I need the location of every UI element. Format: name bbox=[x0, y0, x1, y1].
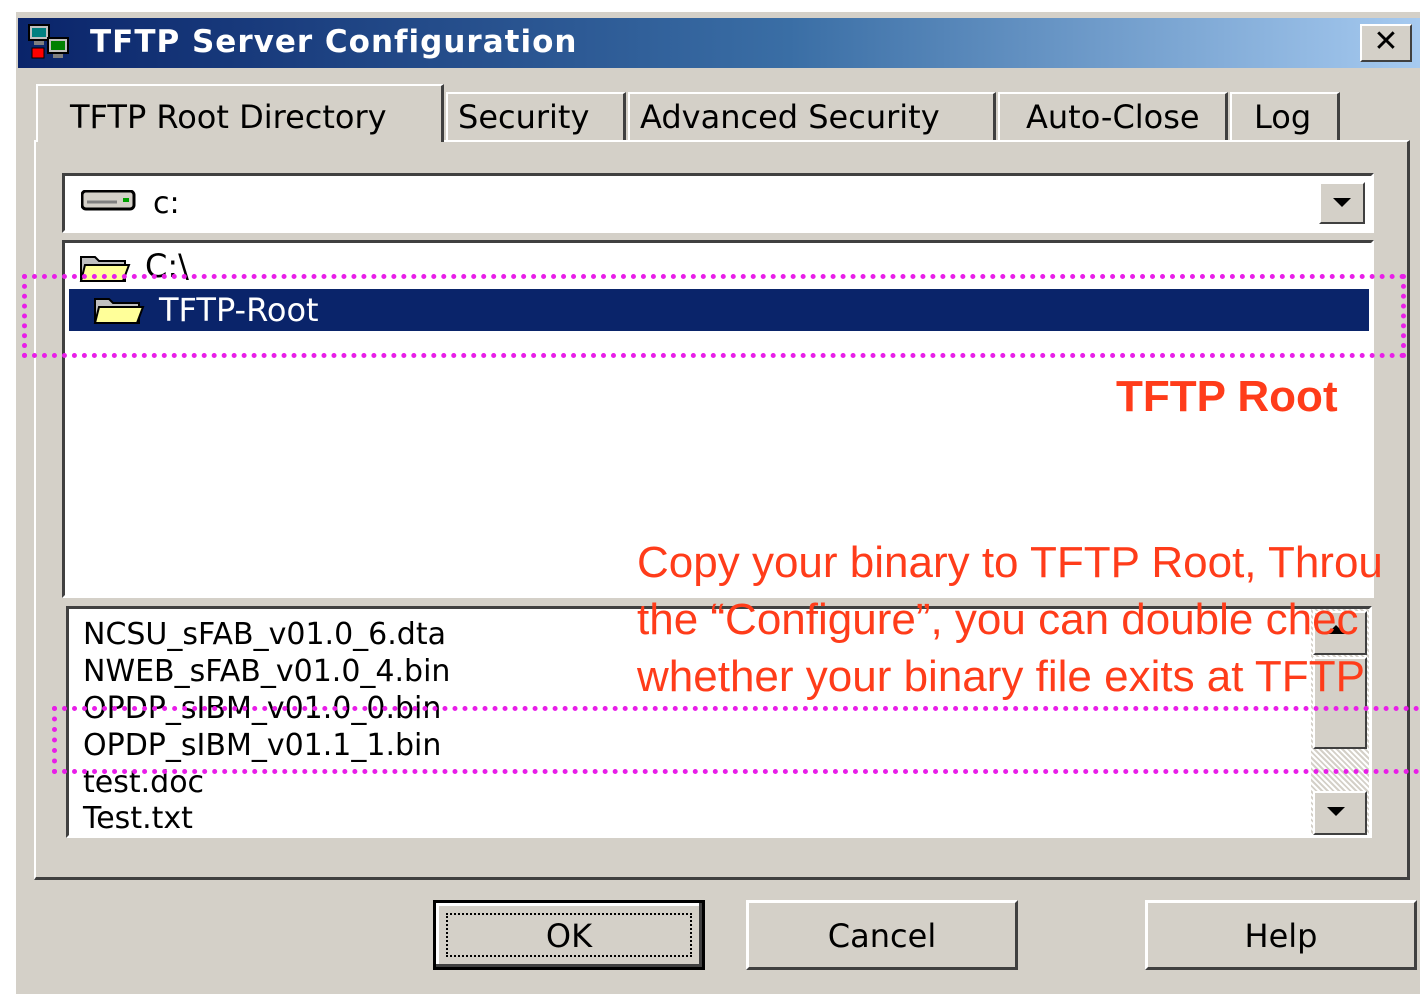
file-item[interactable]: OPDP_sIBM_v01.1_1.bin bbox=[83, 728, 441, 763]
tab-label: Auto-Close bbox=[1026, 98, 1200, 136]
chevron-down-icon bbox=[1333, 198, 1351, 207]
help-button[interactable]: Help bbox=[1145, 900, 1417, 970]
directory-label: TFTP-Root bbox=[159, 291, 319, 329]
tab-log[interactable]: Log bbox=[1230, 92, 1340, 140]
cancel-button-label: Cancel bbox=[827, 917, 937, 955]
tftp-root-annotation: TFTP Root bbox=[1116, 372, 1338, 421]
instruction-line: the “Configure”, you can double chec bbox=[637, 595, 1359, 644]
file-item[interactable]: test.doc bbox=[83, 765, 204, 800]
tab-tftp-root-directory[interactable]: TFTP Root Directory bbox=[36, 84, 444, 142]
instruction-annotation: Copy your binary to TFTP Root, Throu the… bbox=[637, 534, 1420, 704]
tab-security[interactable]: Security bbox=[446, 92, 626, 140]
directory-label: C:\ bbox=[145, 247, 189, 285]
open-folder-icon bbox=[93, 298, 145, 324]
drive-value: c: bbox=[153, 186, 180, 221]
network-computers-icon bbox=[28, 24, 69, 59]
tab-label: Advanced Security bbox=[640, 98, 940, 136]
window-title: TFTP Server Configuration bbox=[90, 24, 578, 60]
chevron-down-icon bbox=[1327, 807, 1345, 816]
open-folder-icon bbox=[79, 256, 131, 282]
tab-label: Log bbox=[1254, 98, 1312, 136]
drive-select[interactable]: c: bbox=[62, 173, 1374, 233]
title-bar[interactable]: TFTP Server Configuration ✕ bbox=[18, 18, 1420, 68]
scroll-down-button[interactable] bbox=[1313, 791, 1367, 835]
tab-label: TFTP Root Directory bbox=[70, 98, 387, 136]
directory-item-tftp-root[interactable]: TFTP-Root bbox=[69, 289, 1369, 331]
hard-drive-icon bbox=[81, 190, 136, 211]
file-item[interactable]: Test.txt bbox=[83, 801, 193, 835]
drive-dropdown-button[interactable] bbox=[1319, 182, 1365, 224]
close-icon: ✕ bbox=[1373, 24, 1399, 59]
file-item[interactable]: NWEB_sFAB_v01.0_4.bin bbox=[83, 654, 450, 689]
tab-auto-close[interactable]: Auto-Close bbox=[998, 92, 1228, 140]
tab-label: Security bbox=[458, 98, 590, 136]
tab-advanced-security[interactable]: Advanced Security bbox=[628, 92, 996, 140]
file-item[interactable]: NCSU_sFAB_v01.0_6.dta bbox=[83, 617, 446, 652]
help-button-label: Help bbox=[1244, 917, 1318, 955]
instruction-line: Copy your binary to TFTP Root, Throu bbox=[637, 538, 1383, 587]
ok-button[interactable]: OK bbox=[433, 900, 705, 970]
file-item[interactable]: OPDP_sIBM_v01.0_0.bin bbox=[83, 691, 441, 726]
focus-indicator bbox=[446, 913, 692, 957]
cancel-button[interactable]: Cancel bbox=[746, 900, 1018, 970]
instruction-line: whether your binary file exits at TFTP bbox=[637, 652, 1365, 701]
close-button[interactable]: ✕ bbox=[1360, 24, 1412, 62]
